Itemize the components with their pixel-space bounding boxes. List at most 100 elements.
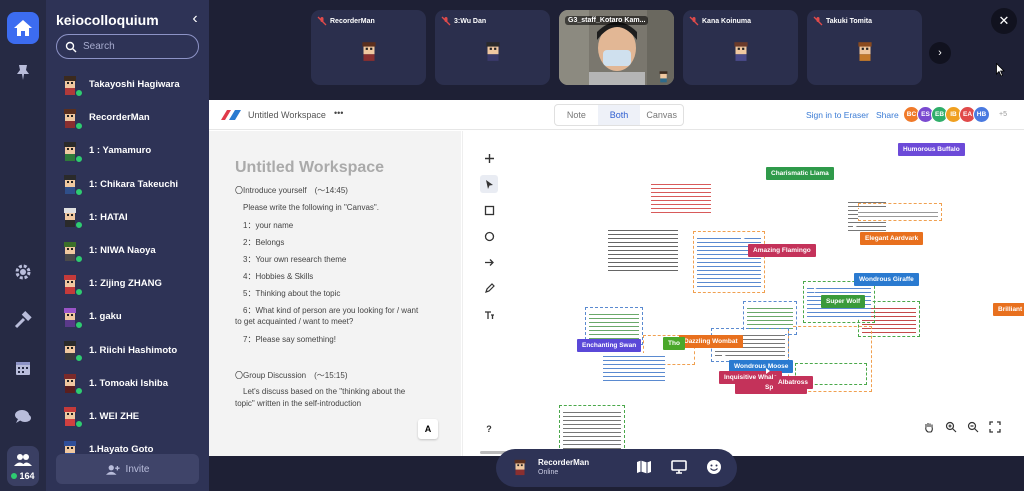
avatar[interactable] [511,458,529,476]
user-list-item[interactable]: Takayoshi Hagiwara [46,68,209,101]
hammer-icon[interactable] [7,304,39,336]
workspace-title[interactable]: Untitled Workspace [248,110,326,120]
add-icon[interactable] [480,149,498,167]
emoji-icon[interactable] [706,459,722,475]
avatar [60,174,83,197]
user-list-item[interactable]: 1: Chikara Takeuchi [46,168,209,201]
online-count: 164 [11,471,35,481]
online-status-dot [75,320,83,329]
zoom-controls [920,418,1004,436]
canvas-toolbar [480,149,498,331]
user-list-item[interactable]: 1. gaku [46,300,209,333]
rectangle-icon[interactable] [480,201,498,219]
tab-note[interactable]: Note [555,105,598,125]
zoom-in-icon[interactable] [942,418,960,436]
user-name: 1: Chikara Takeuchi [89,178,179,190]
video-tile[interactable]: 3:Wu Dan [435,10,550,85]
video-tile[interactable]: Takuki Tomita [807,10,922,85]
tab-both[interactable]: Both [597,105,641,125]
home-icon[interactable] [7,12,39,44]
zoom-out-icon[interactable] [964,418,982,436]
self-status-pill: RecorderMan Online [496,449,737,487]
hand-icon[interactable] [920,418,938,436]
close-button[interactable]: ✕ [991,8,1017,34]
user-list-item[interactable]: 1.Hayato Goto [46,433,209,454]
next-tiles-button[interactable]: › [929,42,951,64]
doc-line: 〇Group Discussion (〜15:15) [235,371,348,380]
calendar-icon[interactable] [7,352,39,384]
text-note[interactable] [693,231,765,293]
user-list-item[interactable]: 1: NIWA Naoya [46,234,209,267]
share-link[interactable]: Share [876,110,899,120]
chat-icon[interactable] [7,400,39,432]
screen-share-icon[interactable] [671,459,687,475]
mic-off-icon [689,16,699,26]
ellipse-icon[interactable] [480,227,498,245]
text-note[interactable] [608,227,678,277]
avatar [60,141,83,163]
text-note[interactable] [651,181,713,217]
gear-icon[interactable] [7,256,39,288]
collapse-sidebar-button[interactable]: ‹ [187,10,203,28]
avatar [60,373,83,396]
user-name: 1 : Yamamuro [89,145,152,157]
fit-screen-icon[interactable] [986,418,1004,436]
online-status-dot [75,154,83,163]
add-user-icon [105,464,120,475]
video-tile-camera[interactable]: G3_staff_Kotaro Kam... [559,10,674,85]
doc-line: 1：your name [243,221,294,230]
avatar [60,274,83,296]
video-bar: RecorderMan 3:Wu Dan G3_staff_Kotaro Kam… [209,0,1024,100]
user-list-item[interactable]: 1 : Yamamuro [46,134,209,167]
workspace-menu-button[interactable]: ••• [334,108,343,118]
online-status-dot [75,88,83,97]
pen-icon[interactable] [480,279,498,297]
user-name: RecorderMan [89,112,150,124]
avatar [734,42,748,61]
pin-icon[interactable] [7,56,39,88]
online-status-dot [75,354,83,363]
text-format-button[interactable]: A [418,419,438,439]
invite-button[interactable]: Invite [56,454,199,484]
tab-canvas[interactable]: Canvas [640,105,683,125]
user-name: 1. WEI ZHE [89,410,140,422]
video-tile[interactable]: Kana Koinuma [683,10,798,85]
document-panel[interactable]: Untitled Workspace 〇Introduce yourself (… [209,131,461,456]
document-title[interactable]: Untitled Workspace [235,159,384,177]
doc-line: 5：Thinking about the topic [243,289,341,298]
more-collaborators-count: +5 [999,111,1007,118]
online-status-dot [75,287,83,296]
bottom-bar: RecorderMan Online [209,449,1024,491]
select-arrow-icon[interactable] [480,175,498,193]
participant-name: 3:Wu Dan [454,17,487,25]
text-note[interactable] [559,405,625,453]
user-list: Takayoshi Hagiwara RecorderMan 1 : Yamamur… [46,68,209,454]
user-list-item[interactable]: 1. Riichi Hashimoto [46,334,209,367]
avatar [60,75,83,97]
user-list-item[interactable]: RecorderMan [46,101,209,134]
participants-button[interactable]: 164 [7,446,39,486]
user-name: 1. Riichi Hashimoto [89,344,178,356]
user-list-item[interactable]: 1: HATAI [46,201,209,234]
online-status-dot [75,121,83,130]
doc-line: 2：Belongs [243,238,285,247]
collaborator-avatar[interactable]: HB [973,106,990,123]
user-list-item[interactable]: 1. Tomoaki Ishiba [46,367,209,400]
help-button[interactable]: ? [480,420,498,438]
text-tool-icon[interactable] [480,305,498,323]
sign-in-link[interactable]: Sign in to Eraser [806,110,869,120]
arrow-tool-icon[interactable] [480,253,498,271]
search-input[interactable] [83,41,193,52]
mic-off-icon [813,16,823,26]
user-list-item[interactable]: 1: Zijing ZHANG [46,267,209,300]
search-box[interactable] [56,34,199,59]
canvas-panel[interactable]: ? Humorous Buffalo Charismatic Llama Ele… [462,131,1024,456]
text-note[interactable] [858,209,942,221]
doc-line: to get acquainted / want to meet? [235,317,354,326]
view-toggle: Note Both Canvas [554,104,684,126]
video-tile[interactable]: RecorderMan [311,10,426,85]
user-list-item[interactable]: 1. WEI ZHE [46,400,209,433]
avatar [60,440,83,454]
map-icon[interactable] [636,459,652,475]
text-note[interactable] [603,353,669,385]
